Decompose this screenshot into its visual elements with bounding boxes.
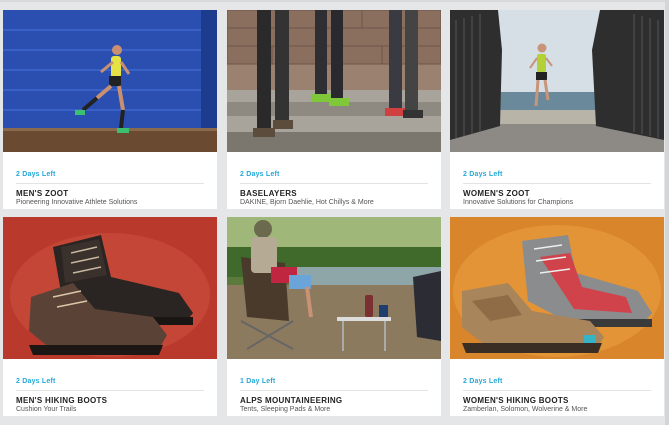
divider	[463, 390, 651, 391]
event-info: 2 Days Left MEN'S HIKING BOOTS Cushion Y…	[3, 359, 217, 416]
event-card-womens-hiking-boots[interactable]: 2 Days Left WOMEN'S HIKING BOOTS Zamberl…	[450, 217, 664, 416]
days-left-label: 2 Days Left	[16, 378, 56, 385]
woman-runner-bridge-image[interactable]	[450, 10, 664, 152]
event-title[interactable]: MEN'S ZOOT	[16, 189, 68, 198]
womens-boots-orange-image[interactable]	[450, 217, 664, 359]
camp-chairs-river-image[interactable]	[227, 217, 441, 359]
days-left-label: 2 Days Left	[463, 378, 503, 385]
event-title[interactable]: WOMEN'S ZOOT	[463, 189, 530, 198]
event-info: 2 Days Left WOMEN'S ZOOT Innovative Solu…	[450, 152, 664, 209]
hiking-boots-red-image[interactable]	[3, 217, 217, 359]
divider	[463, 183, 651, 184]
event-card-alps-mountaineering[interactable]: 1 Day Left ALPS MOUNTAINEERING Tents, Sl…	[227, 217, 441, 416]
divider	[240, 183, 428, 184]
event-card-womens-zoot[interactable]: 2 Days Left WOMEN'S ZOOT Innovative Solu…	[450, 10, 664, 209]
event-subtitle: Cushion Your Trails	[16, 406, 77, 413]
event-title[interactable]: MEN'S HIKING BOOTS	[16, 396, 107, 405]
event-card-mens-zoot[interactable]: 2 Days Left MEN'S ZOOT Pioneering Innova…	[3, 10, 217, 209]
legs-stone-steps-image[interactable]	[227, 10, 441, 152]
divider	[16, 183, 204, 184]
event-info: 2 Days Left BASELAYERS DAKINE, Bjorn Dae…	[227, 152, 441, 209]
days-left-label: 1 Day Left	[240, 378, 276, 385]
event-title[interactable]: BASELAYERS	[240, 189, 297, 198]
event-card-baselayers[interactable]: 2 Days Left BASELAYERS DAKINE, Bjorn Dae…	[227, 10, 441, 209]
divider	[240, 390, 428, 391]
event-subtitle: Pioneering Innovative Athlete Solutions	[16, 199, 138, 206]
event-info: 2 Days Left MEN'S ZOOT Pioneering Innova…	[3, 152, 217, 209]
event-subtitle: Innovative Solutions for Champions	[463, 199, 574, 206]
event-title[interactable]: ALPS MOUNTAINEERING	[240, 396, 342, 405]
runner-blue-wall-image[interactable]	[3, 10, 217, 152]
event-info: 2 Days Left WOMEN'S HIKING BOOTS Zamberl…	[450, 359, 664, 416]
event-title[interactable]: WOMEN'S HIKING BOOTS	[463, 396, 569, 405]
days-left-label: 2 Days Left	[16, 171, 56, 178]
sale-events-grid: 2 Days Left MEN'S ZOOT Pioneering Innova…	[0, 0, 669, 425]
right-scroll-edge	[665, 0, 669, 425]
event-card-mens-hiking-boots[interactable]: 2 Days Left MEN'S HIKING BOOTS Cushion Y…	[3, 217, 217, 416]
event-subtitle: Zamberlan, Solomon, Wolverine & More	[463, 406, 588, 413]
event-subtitle: DAKINE, Bjorn Daehlie, Hot Chillys & Mor…	[240, 199, 374, 206]
event-subtitle: Tents, Sleeping Pads & More	[240, 406, 331, 413]
event-info: 1 Day Left ALPS MOUNTAINEERING Tents, Sl…	[227, 359, 441, 416]
days-left-label: 2 Days Left	[463, 171, 503, 178]
divider	[16, 390, 204, 391]
days-left-label: 2 Days Left	[240, 171, 280, 178]
